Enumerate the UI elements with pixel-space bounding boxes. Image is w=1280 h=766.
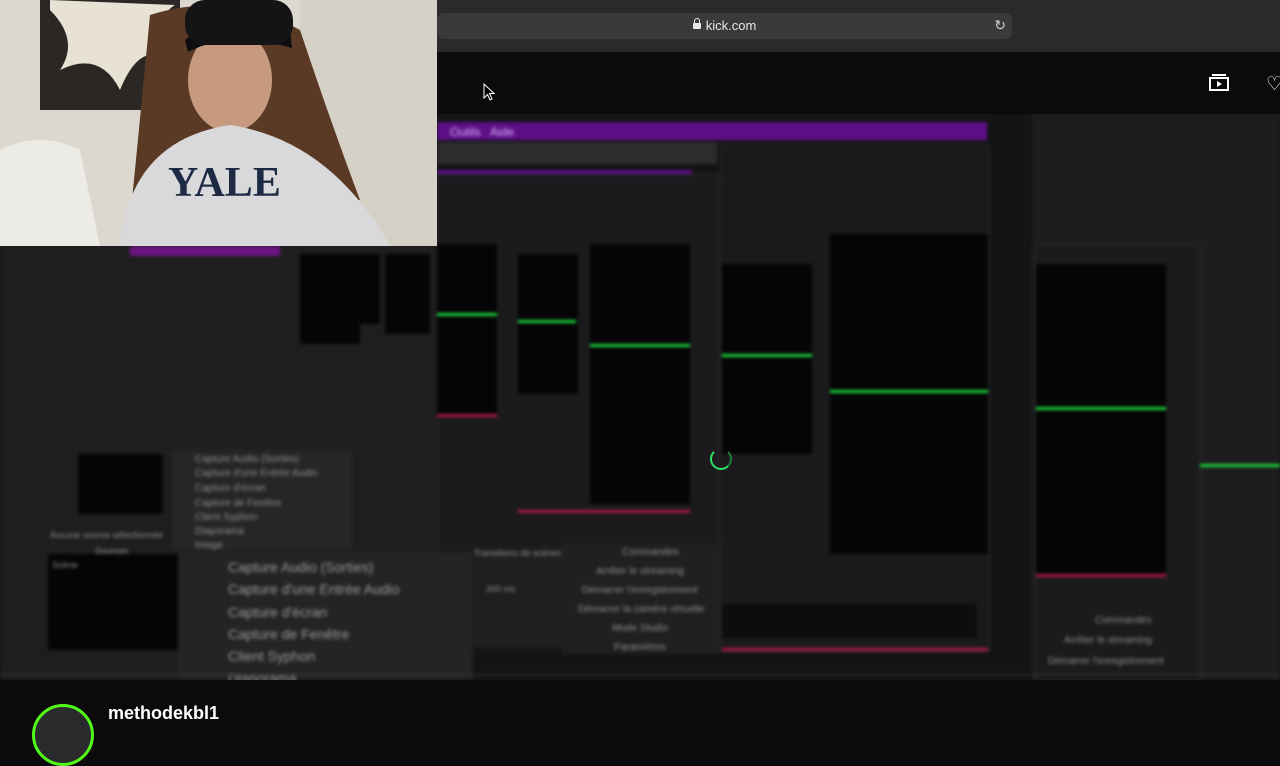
menu-item: Capture de Fenêtre bbox=[228, 626, 350, 642]
channel-username[interactable]: methodekbl1 bbox=[108, 703, 219, 724]
menu-item: Outils bbox=[450, 125, 481, 139]
transitions-label: Transitions de scènes bbox=[474, 548, 562, 558]
controls-title: Commandes bbox=[1095, 615, 1152, 626]
menu-item: Capture de Fenêtre bbox=[195, 498, 282, 509]
reload-icon[interactable]: ↻ bbox=[994, 17, 1006, 34]
menu-item: Diaporama bbox=[228, 670, 297, 680]
address-bar[interactable]: kick.com ↻ bbox=[437, 13, 1012, 39]
menu-item: Image bbox=[195, 540, 223, 551]
mouse-cursor-icon bbox=[483, 83, 495, 101]
controls-title: Commandes bbox=[622, 547, 679, 558]
url-display: kick.com bbox=[437, 18, 1012, 33]
webcam-image: YALE bbox=[0, 0, 437, 246]
menu-item: Capture d'écran bbox=[195, 483, 266, 494]
control-button: Démarrer la caméra virtuelle bbox=[578, 604, 705, 615]
no-source-label: Aucune source sélectionnée bbox=[50, 530, 164, 540]
control-button: Paramètres bbox=[614, 642, 666, 653]
control-button: Démarrer l'enregistrement bbox=[1048, 656, 1164, 667]
loading-spinner-icon bbox=[710, 448, 732, 470]
webcam-overlay: YALE bbox=[0, 0, 437, 246]
sources-label: Sources bbox=[95, 546, 129, 556]
sweatshirt-lettering: YALE bbox=[168, 160, 281, 206]
menu-item: Client Syphon bbox=[195, 512, 258, 523]
control-button: Arrêter le streaming bbox=[1064, 635, 1152, 646]
control-button: Mode Studio bbox=[612, 623, 669, 634]
menu-item: Client Syphon bbox=[228, 648, 316, 664]
menu-item: Diaporama bbox=[195, 526, 244, 537]
menu-item: Aide bbox=[490, 125, 515, 139]
follow-heart-icon[interactable]: ♡ bbox=[1266, 73, 1280, 96]
lock-icon bbox=[692, 18, 701, 29]
control-button: Arrêter le streaming bbox=[596, 566, 684, 577]
transition-duration: 300 ms bbox=[486, 584, 516, 594]
menu-item: Capture d'écran bbox=[228, 604, 328, 620]
scenes-label: Scène bbox=[52, 560, 78, 570]
menu-item: Capture d'une Entrée Audio bbox=[195, 468, 318, 479]
menu-item: Capture Audio (Sorties) bbox=[228, 559, 374, 575]
control-button: Démarrer l'enregistrement bbox=[582, 585, 698, 596]
channel-avatar[interactable] bbox=[32, 704, 94, 766]
menu-item: Capture d'une Entrée Audio bbox=[228, 581, 400, 597]
menu-item: Capture Audio (Sorties) bbox=[195, 454, 299, 465]
theater-mode-icon[interactable] bbox=[1209, 74, 1229, 91]
url-text: kick.com bbox=[705, 18, 757, 33]
